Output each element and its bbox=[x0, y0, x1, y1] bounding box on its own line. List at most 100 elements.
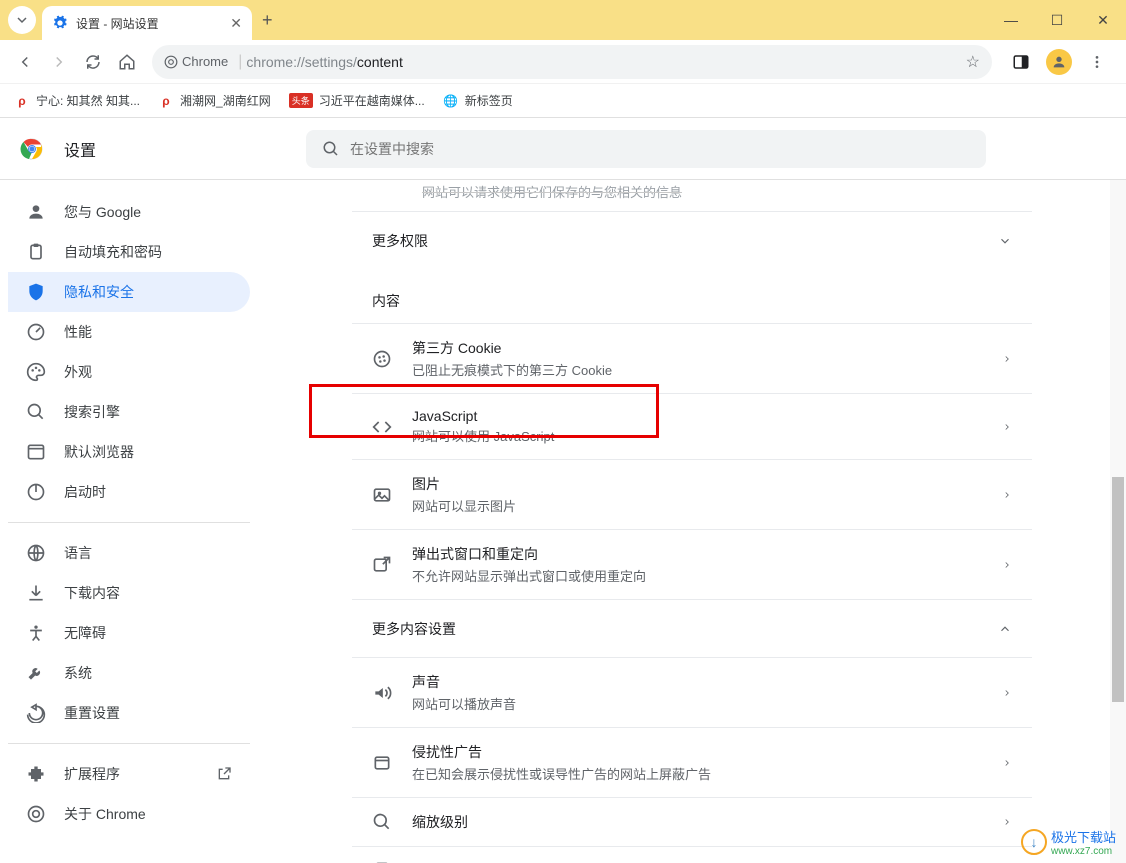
globe-icon: 🌐 bbox=[443, 93, 459, 109]
nav-item-clipboard[interactable]: 自动填充和密码 bbox=[8, 232, 250, 272]
chrome-icon bbox=[164, 55, 178, 69]
nav-item-extension[interactable]: 扩展程序 bbox=[8, 754, 250, 794]
nav-item-palette[interactable]: 外观 bbox=[8, 352, 250, 392]
chevron-right-icon bbox=[1002, 688, 1012, 698]
close-window-button[interactable]: ✕ bbox=[1080, 0, 1126, 40]
setting-item-window[interactable]: 侵扰性广告在已知会展示侵扰性或误导性广告的网站上屏蔽广告 bbox=[352, 727, 1032, 797]
nav-item-wrench[interactable]: 系统 bbox=[8, 653, 250, 693]
power-icon bbox=[26, 482, 46, 502]
cookie-icon bbox=[372, 349, 392, 369]
bookmark-icon: ρ bbox=[14, 93, 30, 109]
bookmark-icon: 头条 bbox=[289, 93, 313, 108]
tab-search-button[interactable] bbox=[8, 6, 36, 34]
chevron-right-icon bbox=[1002, 758, 1012, 768]
code-icon bbox=[372, 417, 392, 437]
gear-icon bbox=[52, 15, 68, 31]
more-content-settings-row[interactable]: 更多内容设置 bbox=[352, 599, 1032, 657]
new-tab-button[interactable]: + bbox=[262, 10, 273, 31]
browser-toolbar: Chrome | chrome://settings/content ☆ bbox=[0, 40, 1126, 84]
chevron-right-icon bbox=[1002, 560, 1012, 570]
chevron-right-icon bbox=[1002, 817, 1012, 827]
globe-icon bbox=[26, 543, 46, 563]
window-titlebar: 设置 - 网站设置 ✕ + — ☐ ✕ bbox=[0, 0, 1126, 40]
palette-icon bbox=[26, 362, 46, 382]
person-icon bbox=[1051, 54, 1067, 70]
setting-item-popup[interactable]: 弹出式窗口和重定向不允许网站显示弹出式窗口或使用重定向 bbox=[352, 529, 1032, 599]
settings-search-input[interactable] bbox=[350, 141, 970, 157]
settings-sidebar: 您与 Google自动填充和密码隐私和安全性能外观搜索引擎默认浏览器启动时语言下… bbox=[0, 180, 258, 863]
scrollbar-thumb[interactable] bbox=[1112, 477, 1124, 702]
bookmark-item[interactable]: ρ宁心: 知其然 知其... bbox=[14, 92, 140, 109]
forward-button[interactable] bbox=[42, 45, 76, 79]
clipboard-icon bbox=[26, 242, 46, 262]
menu-button[interactable] bbox=[1080, 45, 1114, 79]
nav-item-download[interactable]: 下载内容 bbox=[8, 573, 250, 613]
nav-item-shield[interactable]: 隐私和安全 bbox=[8, 272, 250, 312]
bookmarks-bar: ρ宁心: 知其然 知其... ρ湘潮网_湖南红网 头条习近平在越南媒体... 🌐… bbox=[0, 84, 1126, 118]
watermark: ↓ 极光下载站 www.xz7.com bbox=[1021, 827, 1116, 857]
shield-icon bbox=[26, 282, 46, 302]
browser-icon bbox=[26, 442, 46, 462]
setting-item-pdf[interactable]: PDF 文档 bbox=[352, 846, 1032, 863]
setting-item-sound[interactable]: 声音网站可以播放声音 bbox=[352, 657, 1032, 727]
search-icon bbox=[26, 402, 46, 422]
bookmark-icon: ρ bbox=[158, 93, 174, 109]
back-button[interactable] bbox=[8, 45, 42, 79]
truncated-row: 网站可以请求使用它们保存的与您相关的信息 bbox=[352, 180, 1032, 211]
settings-search-box[interactable] bbox=[306, 130, 986, 168]
chevron-down-icon bbox=[998, 234, 1012, 248]
watermark-logo-icon: ↓ bbox=[1021, 829, 1047, 855]
side-panel-button[interactable] bbox=[1004, 45, 1038, 79]
maximize-button[interactable]: ☐ bbox=[1034, 0, 1080, 40]
content-section-label: 内容 bbox=[352, 269, 1032, 323]
bookmark-item[interactable]: 头条习近平在越南媒体... bbox=[289, 92, 425, 109]
setting-item-image[interactable]: 图片网站可以显示图片 bbox=[352, 459, 1032, 529]
sound-icon bbox=[372, 683, 392, 703]
nav-item-browser[interactable]: 默认浏览器 bbox=[8, 432, 250, 472]
profile-avatar-button[interactable] bbox=[1046, 49, 1072, 75]
chevron-right-icon bbox=[1002, 422, 1012, 432]
scrollbar-track[interactable] bbox=[1110, 180, 1126, 863]
tab-close-button[interactable]: ✕ bbox=[230, 15, 242, 32]
url-path: content bbox=[357, 54, 403, 70]
bookmark-star-button[interactable]: ☆ bbox=[966, 52, 980, 72]
window-icon bbox=[372, 753, 392, 773]
extension-icon bbox=[26, 764, 46, 784]
bookmark-item[interactable]: 🌐新标签页 bbox=[443, 92, 513, 109]
setting-item-cookie[interactable]: 第三方 Cookie已阻止无痕模式下的第三方 Cookie bbox=[352, 323, 1032, 393]
nav-item-speed[interactable]: 性能 bbox=[8, 312, 250, 352]
address-bar[interactable]: Chrome | chrome://settings/content ☆ bbox=[152, 45, 992, 79]
bookmark-item[interactable]: ρ湘潮网_湖南红网 bbox=[158, 92, 271, 109]
browser-tab[interactable]: 设置 - 网站设置 ✕ bbox=[42, 6, 252, 40]
reload-button[interactable] bbox=[76, 45, 110, 79]
more-permissions-row[interactable]: 更多权限 bbox=[352, 211, 1032, 269]
nav-separator bbox=[8, 522, 250, 523]
chevron-right-icon bbox=[1002, 354, 1012, 364]
nav-item-reset[interactable]: 重置设置 bbox=[8, 693, 250, 733]
chevron-right-icon bbox=[1002, 490, 1012, 500]
nav-item-accessibility[interactable]: 无障碍 bbox=[8, 613, 250, 653]
wrench-icon bbox=[26, 663, 46, 683]
reset-icon bbox=[26, 703, 46, 723]
home-button[interactable] bbox=[110, 45, 144, 79]
search-icon bbox=[322, 140, 340, 158]
nav-item-search[interactable]: 搜索引擎 bbox=[8, 392, 250, 432]
minimize-button[interactable]: — bbox=[988, 0, 1034, 40]
nav-item-power[interactable]: 启动时 bbox=[8, 472, 250, 512]
nav-item-globe[interactable]: 语言 bbox=[8, 533, 250, 573]
image-icon bbox=[372, 485, 392, 505]
popup-icon bbox=[372, 555, 392, 575]
speed-icon bbox=[26, 322, 46, 342]
nav-separator bbox=[8, 743, 250, 744]
zoom-icon bbox=[372, 812, 392, 832]
page-title: 设置 bbox=[64, 137, 96, 161]
nav-item-person[interactable]: 您与 Google bbox=[8, 192, 250, 232]
chrome-logo-icon bbox=[20, 137, 44, 161]
url-prefix: chrome://settings/ bbox=[246, 54, 357, 70]
chrome-chip: Chrome bbox=[164, 54, 228, 69]
setting-item-code[interactable]: JavaScript网站可以使用 JavaScript bbox=[352, 393, 1032, 459]
setting-item-zoom[interactable]: 缩放级别 bbox=[352, 797, 1032, 846]
launch-icon bbox=[216, 766, 232, 782]
chevron-down-icon bbox=[16, 14, 28, 26]
nav-item-chrome[interactable]: 关于 Chrome bbox=[8, 794, 250, 834]
